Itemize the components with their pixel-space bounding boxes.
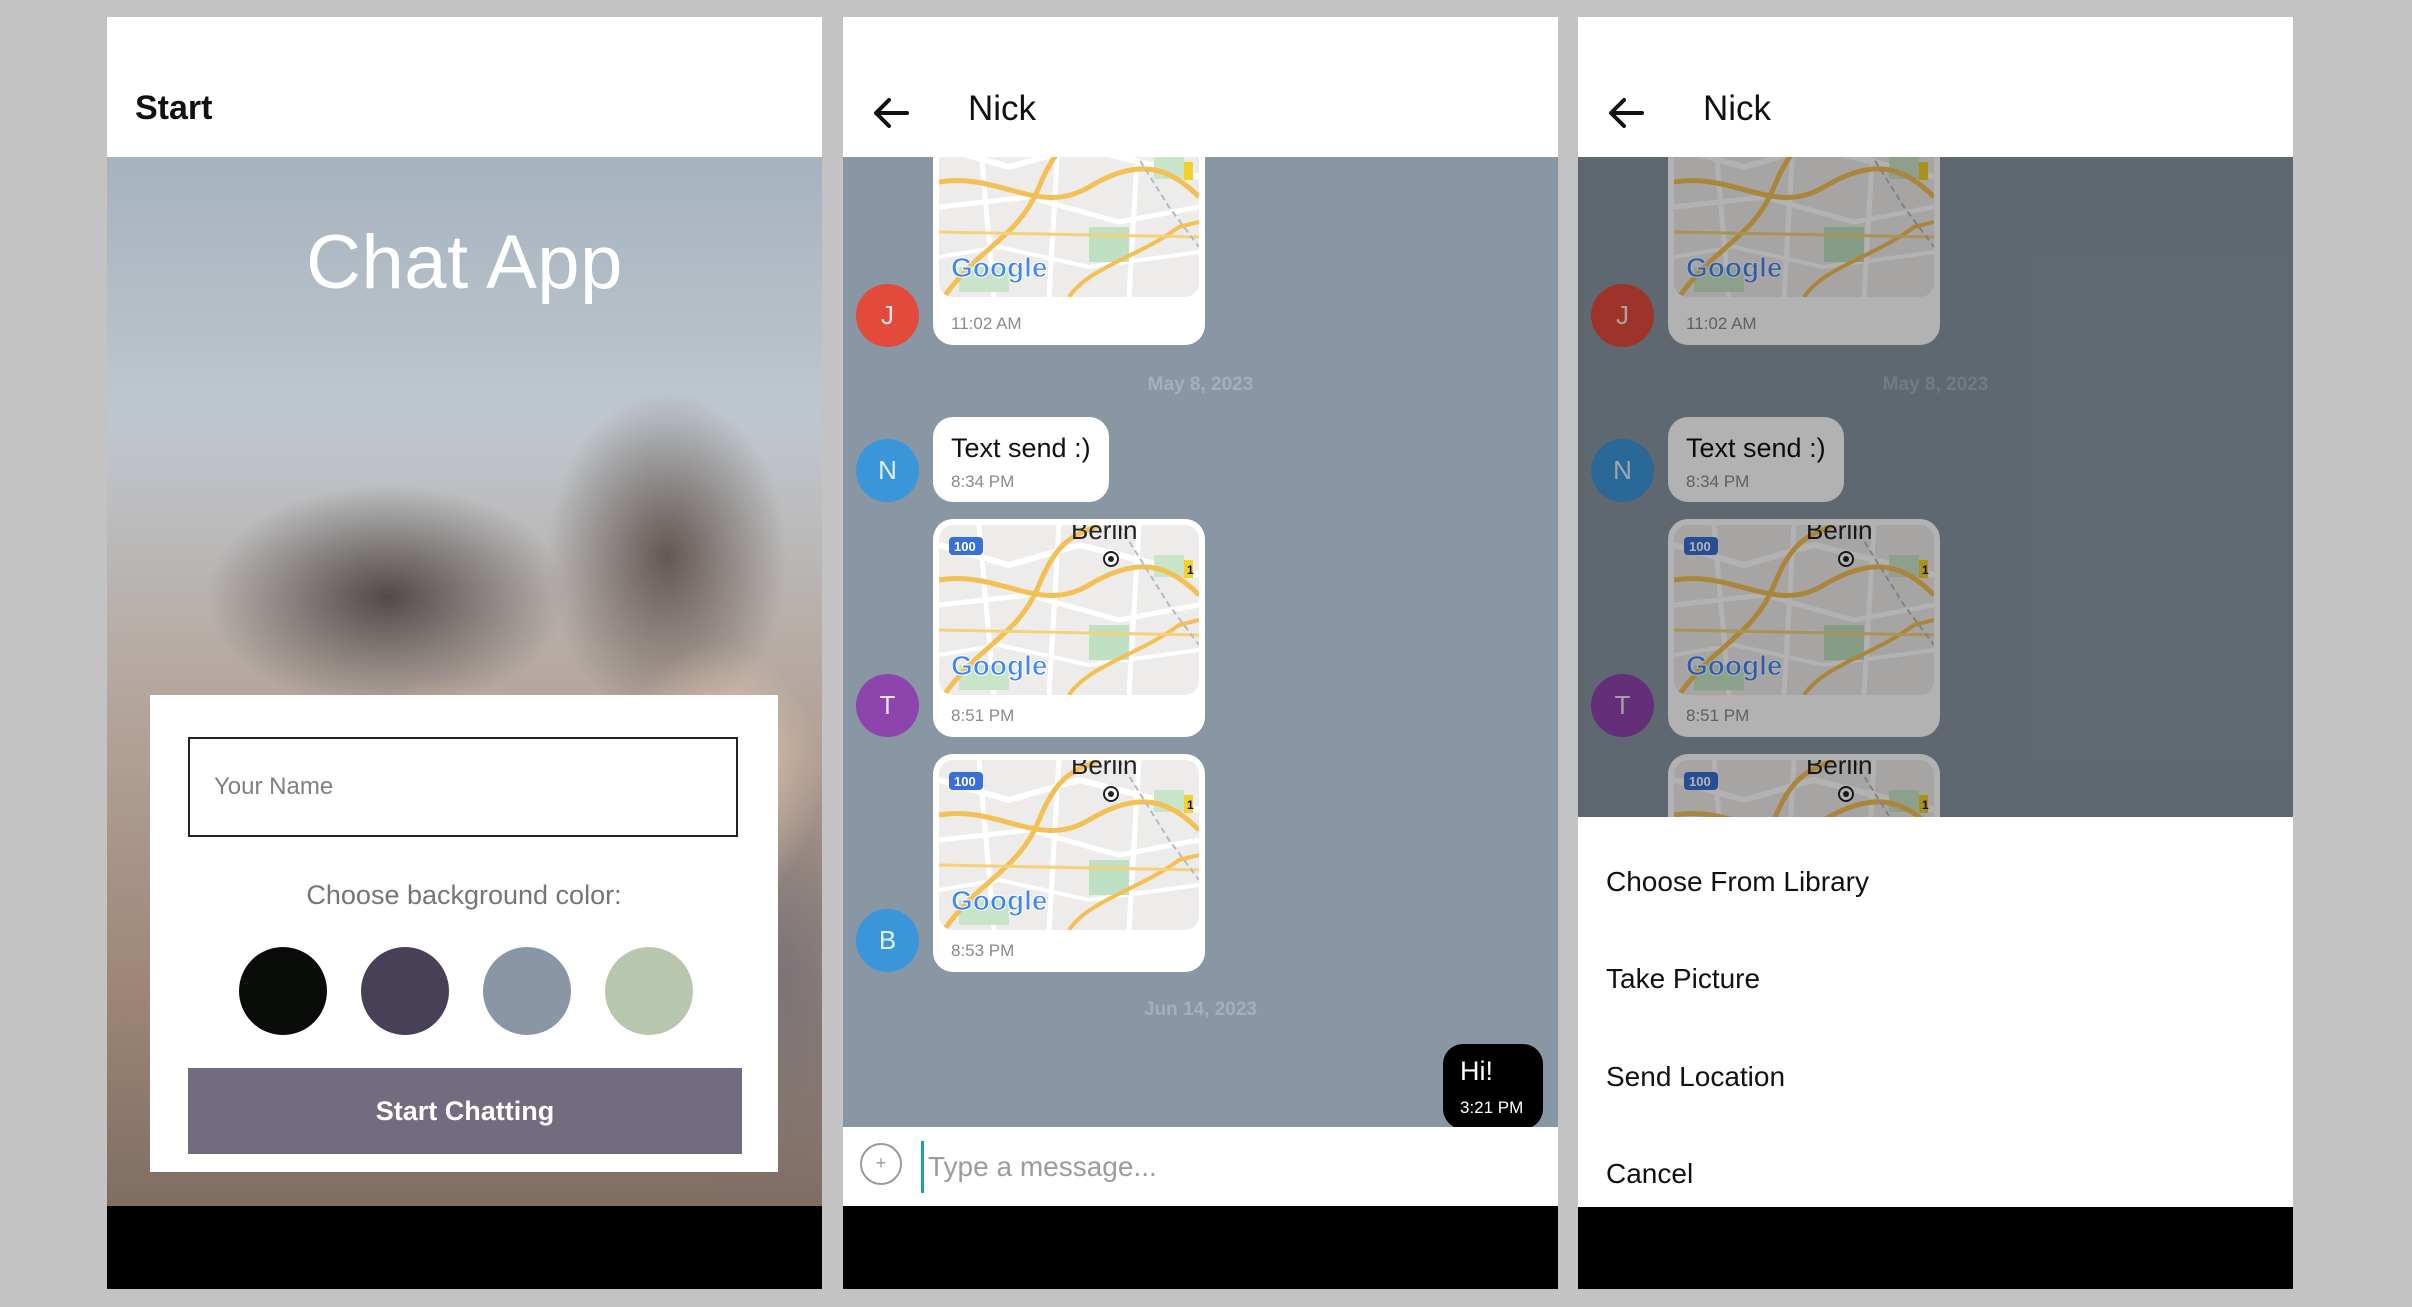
map-thumbnail: 100 1 Berlin Google (939, 525, 1199, 695)
location-message[interactable]: 100 1 Berlin Google 8:53 PM (933, 754, 1205, 972)
cancel-option[interactable]: Cancel (1606, 1158, 1693, 1190)
color-swatch-gray[interactable] (483, 947, 571, 1035)
message-time: 8:34 PM (951, 472, 1015, 491)
system-nav-bar (107, 1206, 822, 1289)
page-title: Start (135, 89, 213, 127)
chat-title: Nick (1703, 89, 1772, 128)
message-time: 11:02 AM (951, 314, 1022, 333)
composer-bar: + (843, 1129, 1558, 1206)
choose-from-library-option[interactable]: Choose From Library (1606, 866, 1869, 898)
message-time: 3:21 PM (1460, 1098, 1524, 1117)
message-list[interactable]: J Google 11:02 AM May 8, 2023 N Text sen… (843, 157, 1558, 1127)
text-message[interactable]: Text send :) 8:34 PM (933, 417, 1109, 502)
map-brand: Google (951, 252, 1047, 283)
map-thumbnail: Google (939, 157, 1199, 297)
message-input[interactable] (921, 1141, 1530, 1193)
plus-icon[interactable]: + (860, 1143, 902, 1185)
chat-screen-action-sheet: Nick J Google 11:02 AM May 8, 2023 N Tex… (1578, 17, 2293, 1289)
map-thumbnail: 100 1 Berlin Google (939, 760, 1199, 930)
map-city-label: Berlin (1071, 525, 1137, 545)
message-text: Text send :) (951, 433, 1091, 463)
avatar: T (856, 674, 919, 737)
send-location-option[interactable]: Send Location (1606, 1061, 1785, 1093)
color-swatch-purple[interactable] (361, 947, 449, 1035)
color-swatch-green[interactable] (605, 947, 693, 1035)
app-bar: Nick (843, 17, 1558, 157)
map-brand: Google (951, 650, 1047, 681)
system-nav-bar (843, 1206, 1558, 1289)
location-message[interactable]: 100 1 Berlin Google 8:51 PM (933, 519, 1205, 737)
app-bar: Nick (1578, 17, 2293, 157)
message-time: 8:53 PM (951, 941, 1015, 960)
message-text: Hi! (1460, 1056, 1493, 1086)
message-time: 8:51 PM (951, 706, 1015, 725)
location-message[interactable]: Google 11:02 AM (933, 157, 1205, 345)
action-sheet: Choose From Library Take Picture Send Lo… (1578, 817, 2293, 1207)
date-separator: May 8, 2023 (1147, 374, 1254, 395)
color-swatch-black[interactable] (239, 947, 327, 1035)
take-picture-option[interactable]: Take Picture (1606, 963, 1760, 995)
date-separator: Jun 14, 2023 (1143, 999, 1258, 1020)
message-list: J Google 11:02 AM May 8, 2023 N Text sen… (1578, 157, 2293, 817)
map-road-shield: 100 (954, 539, 976, 554)
start-chatting-button[interactable]: Start Chatting (188, 1068, 742, 1154)
map-brand: Google (951, 885, 1047, 916)
avatar: J (856, 284, 919, 347)
choose-color-label: Choose background color: (306, 880, 622, 910)
avatar: B (856, 909, 919, 972)
map-road-shield-2: 1 (1187, 563, 1194, 577)
back-arrow-icon[interactable] (871, 95, 911, 131)
back-arrow-icon[interactable] (1606, 95, 1646, 131)
start-screen: Start Chat App Choose background color: … (107, 17, 822, 1289)
modal-backdrop[interactable] (1578, 157, 2293, 817)
chat-title: Nick (968, 89, 1037, 128)
name-input[interactable] (188, 737, 738, 837)
avatar: N (856, 439, 919, 502)
map-road-shield: 100 (954, 774, 976, 789)
app-title: Chat App (306, 220, 623, 305)
system-nav-bar (1578, 1206, 2293, 1289)
map-road-shield-2: 1 (1187, 798, 1194, 812)
own-message[interactable]: Hi! 3:21 PM (1443, 1044, 1543, 1127)
chat-screen: Nick J Google 11:02 AM May 8, 2023 N Tex… (843, 17, 1558, 1289)
app-bar: Start (107, 17, 822, 157)
start-form-card: Choose background color: Start Chatting (150, 695, 778, 1172)
map-city-label: Berlin (1071, 760, 1137, 780)
